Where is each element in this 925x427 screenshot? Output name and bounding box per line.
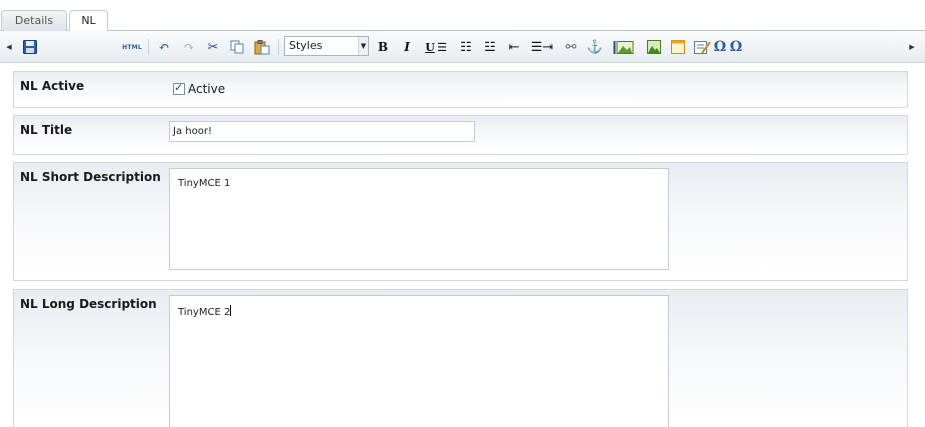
field-label: NL Short Description [20, 170, 161, 184]
scissors-icon: ✂ [207, 39, 219, 55]
scroll-right-icon[interactable]: ▶ [908, 38, 916, 56]
field-row-active: NL Active Active [13, 71, 908, 108]
save-button[interactable] [21, 38, 39, 56]
tab-bar: Details NL [0, 0, 925, 32]
special-character-button[interactable]: Ω [728, 38, 744, 56]
undo-icon: ↶ [158, 39, 170, 55]
insert-media-button[interactable] [646, 38, 662, 56]
picture-icon [647, 40, 661, 54]
outdent-icon: ⇤ [508, 39, 520, 55]
bullet-list-icon: ☷ [460, 39, 472, 55]
indent-button[interactable]: ☰⇥ [530, 38, 554, 56]
styles-dropdown-value: Styles [289, 39, 323, 52]
indent-icon: ☰⇥ [530, 39, 554, 55]
editor-toolbar: ◀ HTML ↶ ↷ ✂ B I U ☰ ☷ ☳ ⇤ ☰⇥ ⚯ ⚓ Ω Ω ▶ [0, 31, 925, 63]
long-description-editor[interactable]: TinyMCE 2 [169, 295, 669, 427]
checkbox-label[interactable]: Active [188, 82, 225, 96]
unlink-button[interactable]: ⚯ [563, 38, 579, 56]
tab-nl[interactable]: NL [69, 10, 108, 32]
bullet-list-button[interactable]: ☷ [458, 38, 474, 56]
tab-details[interactable]: Details [1, 10, 67, 31]
styles-dropdown[interactable]: Styles ▼ [284, 36, 369, 56]
italic-button[interactable]: I [400, 38, 414, 56]
insert-image-button[interactable] [611, 38, 637, 56]
editor-content: TinyMCE 1 [178, 178, 231, 189]
text-cursor [230, 305, 232, 316]
anchor-button[interactable]: ⚓ [587, 38, 603, 56]
active-checkbox[interactable] [173, 81, 185, 95]
active-checkbox-group: Active [173, 81, 225, 96]
scroll-left-icon[interactable]: ◀ [5, 38, 13, 56]
template-icon [671, 40, 685, 54]
underline-button[interactable]: U [424, 38, 436, 56]
clipboard-icon [254, 39, 270, 54]
chevron-down-icon[interactable]: ▼ [358, 37, 368, 55]
field-row-title: NL Title Ja hoor! [13, 115, 908, 155]
edit-form-button[interactable] [693, 38, 713, 56]
image-icon [613, 40, 634, 54]
undo-button[interactable]: ↶ [156, 38, 172, 56]
copy-button[interactable] [229, 38, 245, 56]
bold-button[interactable]: B [376, 38, 390, 56]
numbered-list-icon: ☳ [484, 39, 496, 55]
paste-button[interactable] [253, 38, 271, 56]
numbered-list-button[interactable]: ☳ [482, 38, 498, 56]
redo-icon: ↷ [183, 39, 195, 55]
short-description-editor[interactable]: TinyMCE 1 [169, 168, 669, 270]
field-label: NL Title [20, 123, 73, 137]
editor-content: TinyMCE 2 [178, 307, 231, 318]
copy-icon [230, 40, 244, 54]
field-row-long-description: NL Long Description TinyMCE 2 [13, 289, 908, 427]
title-input[interactable]: Ja hoor! [169, 121, 475, 142]
field-label: NL Long Description [20, 297, 157, 311]
toolbar-separator [148, 39, 149, 55]
redo-button[interactable]: ↷ [181, 38, 197, 56]
field-label: NL Active [20, 79, 85, 93]
toolbar-separator [278, 39, 279, 55]
floppy-disk-icon [23, 40, 37, 54]
anchor-icon: ⚓ [586, 39, 604, 55]
html-source-button[interactable]: HTML [120, 38, 144, 56]
edit-form-icon [694, 40, 711, 54]
outdent-button[interactable]: ⇤ [506, 38, 522, 56]
align-icon: ☰ [437, 40, 447, 54]
omega-icon: Ω [713, 39, 727, 55]
insert-template-button[interactable] [670, 38, 686, 56]
cut-button[interactable]: ✂ [205, 38, 221, 56]
field-row-short-description: NL Short Description TinyMCE 1 [13, 162, 908, 281]
broken-link-icon: ⚯ [565, 39, 577, 55]
